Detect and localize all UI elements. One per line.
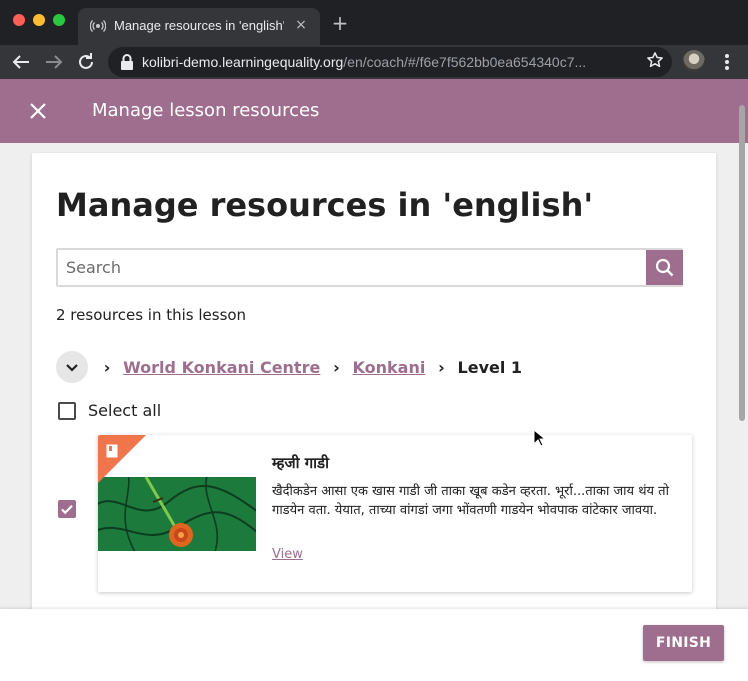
page-title: Manage resources in 'english' (56, 186, 594, 224)
browser-toolbar: kolibri-demo.learningequality.org/en/coa… (0, 45, 748, 79)
mouse-cursor-icon (533, 428, 547, 447)
breadcrumb-toggle-button[interactable] (56, 351, 88, 383)
main-content: Manage resources in 'english' 2 resource… (0, 143, 748, 609)
search-input[interactable] (66, 250, 636, 285)
tab-close-icon[interactable]: × (292, 16, 310, 34)
reload-icon[interactable] (74, 50, 98, 74)
url-path: /en/coach/#/f6e7f562bb0ea654340c7... (343, 54, 587, 70)
resource-description: खैदीकडेन आसा एक खास गाडी जी ताका खूब कडे… (272, 484, 669, 518)
url-host: kolibri-demo.learningequality.org (142, 54, 344, 70)
app-header: Manage lesson resources (0, 79, 748, 143)
resources-card: Manage resources in 'english' 2 resource… (32, 153, 716, 609)
checkmark-icon (61, 505, 73, 515)
back-arrow-icon[interactable] (9, 50, 33, 74)
select-all-checkbox[interactable] (58, 402, 76, 420)
new-tab-button[interactable]: + (330, 12, 350, 34)
resource-card[interactable]: म्हजी गाडी खैदीकडेन आसा एक खास गाडी जी त… (98, 435, 692, 592)
address-bar[interactable]: kolibri-demo.learningequality.org/en/coa… (108, 47, 672, 77)
resource-title: म्हजी गाडी (272, 454, 329, 472)
document-icon (106, 443, 118, 458)
profile-avatar[interactable] (683, 50, 705, 72)
audio-playing-icon (89, 18, 107, 34)
window-minimize-button[interactable] (33, 14, 45, 26)
browser-tab-bar: Manage resources in 'english' - × + (0, 0, 748, 45)
select-all-label: Select all (88, 401, 162, 420)
breadcrumb-separator: › (103, 358, 111, 377)
finish-button[interactable]: FINISH (643, 625, 724, 661)
breadcrumb-current: Level 1 (457, 358, 523, 377)
resource-checkbox[interactable] (58, 500, 76, 518)
window-close-button[interactable] (13, 14, 25, 26)
tab-title: Manage resources in 'english' - (114, 18, 284, 33)
breadcrumb-link-konkani[interactable]: Konkani (353, 358, 426, 377)
search-button[interactable] (646, 250, 683, 285)
lock-icon (120, 54, 134, 70)
url-text[interactable]: kolibri-demo.learningequality.org/en/coa… (142, 53, 642, 71)
scrollbar-thumb[interactable] (739, 105, 745, 421)
search-icon (655, 258, 674, 277)
forward-arrow-icon[interactable] (42, 50, 66, 74)
resource-thumbnail (98, 477, 256, 551)
menu-dots-icon[interactable] (718, 50, 736, 74)
star-icon[interactable] (644, 51, 666, 73)
app-header-title: Manage lesson resources (92, 100, 320, 121)
footer-bar: FINISH (0, 609, 748, 681)
breadcrumb-link-world-konkani-centre[interactable]: World Konkani Centre (123, 358, 320, 377)
browser-tab[interactable]: Manage resources in 'english' - × (78, 8, 320, 45)
chevron-down-icon (66, 364, 78, 372)
resource-count: 2 resources in this lesson (56, 306, 247, 324)
close-icon[interactable] (26, 99, 50, 123)
resource-view-link[interactable]: View (272, 546, 303, 564)
breadcrumb: › World Konkani Centre › Konkani › Level… (96, 357, 522, 379)
search-box (56, 248, 683, 287)
breadcrumb-separator: › (438, 358, 445, 377)
breadcrumb-separator: › (333, 358, 340, 377)
window-zoom-button[interactable] (53, 14, 65, 26)
